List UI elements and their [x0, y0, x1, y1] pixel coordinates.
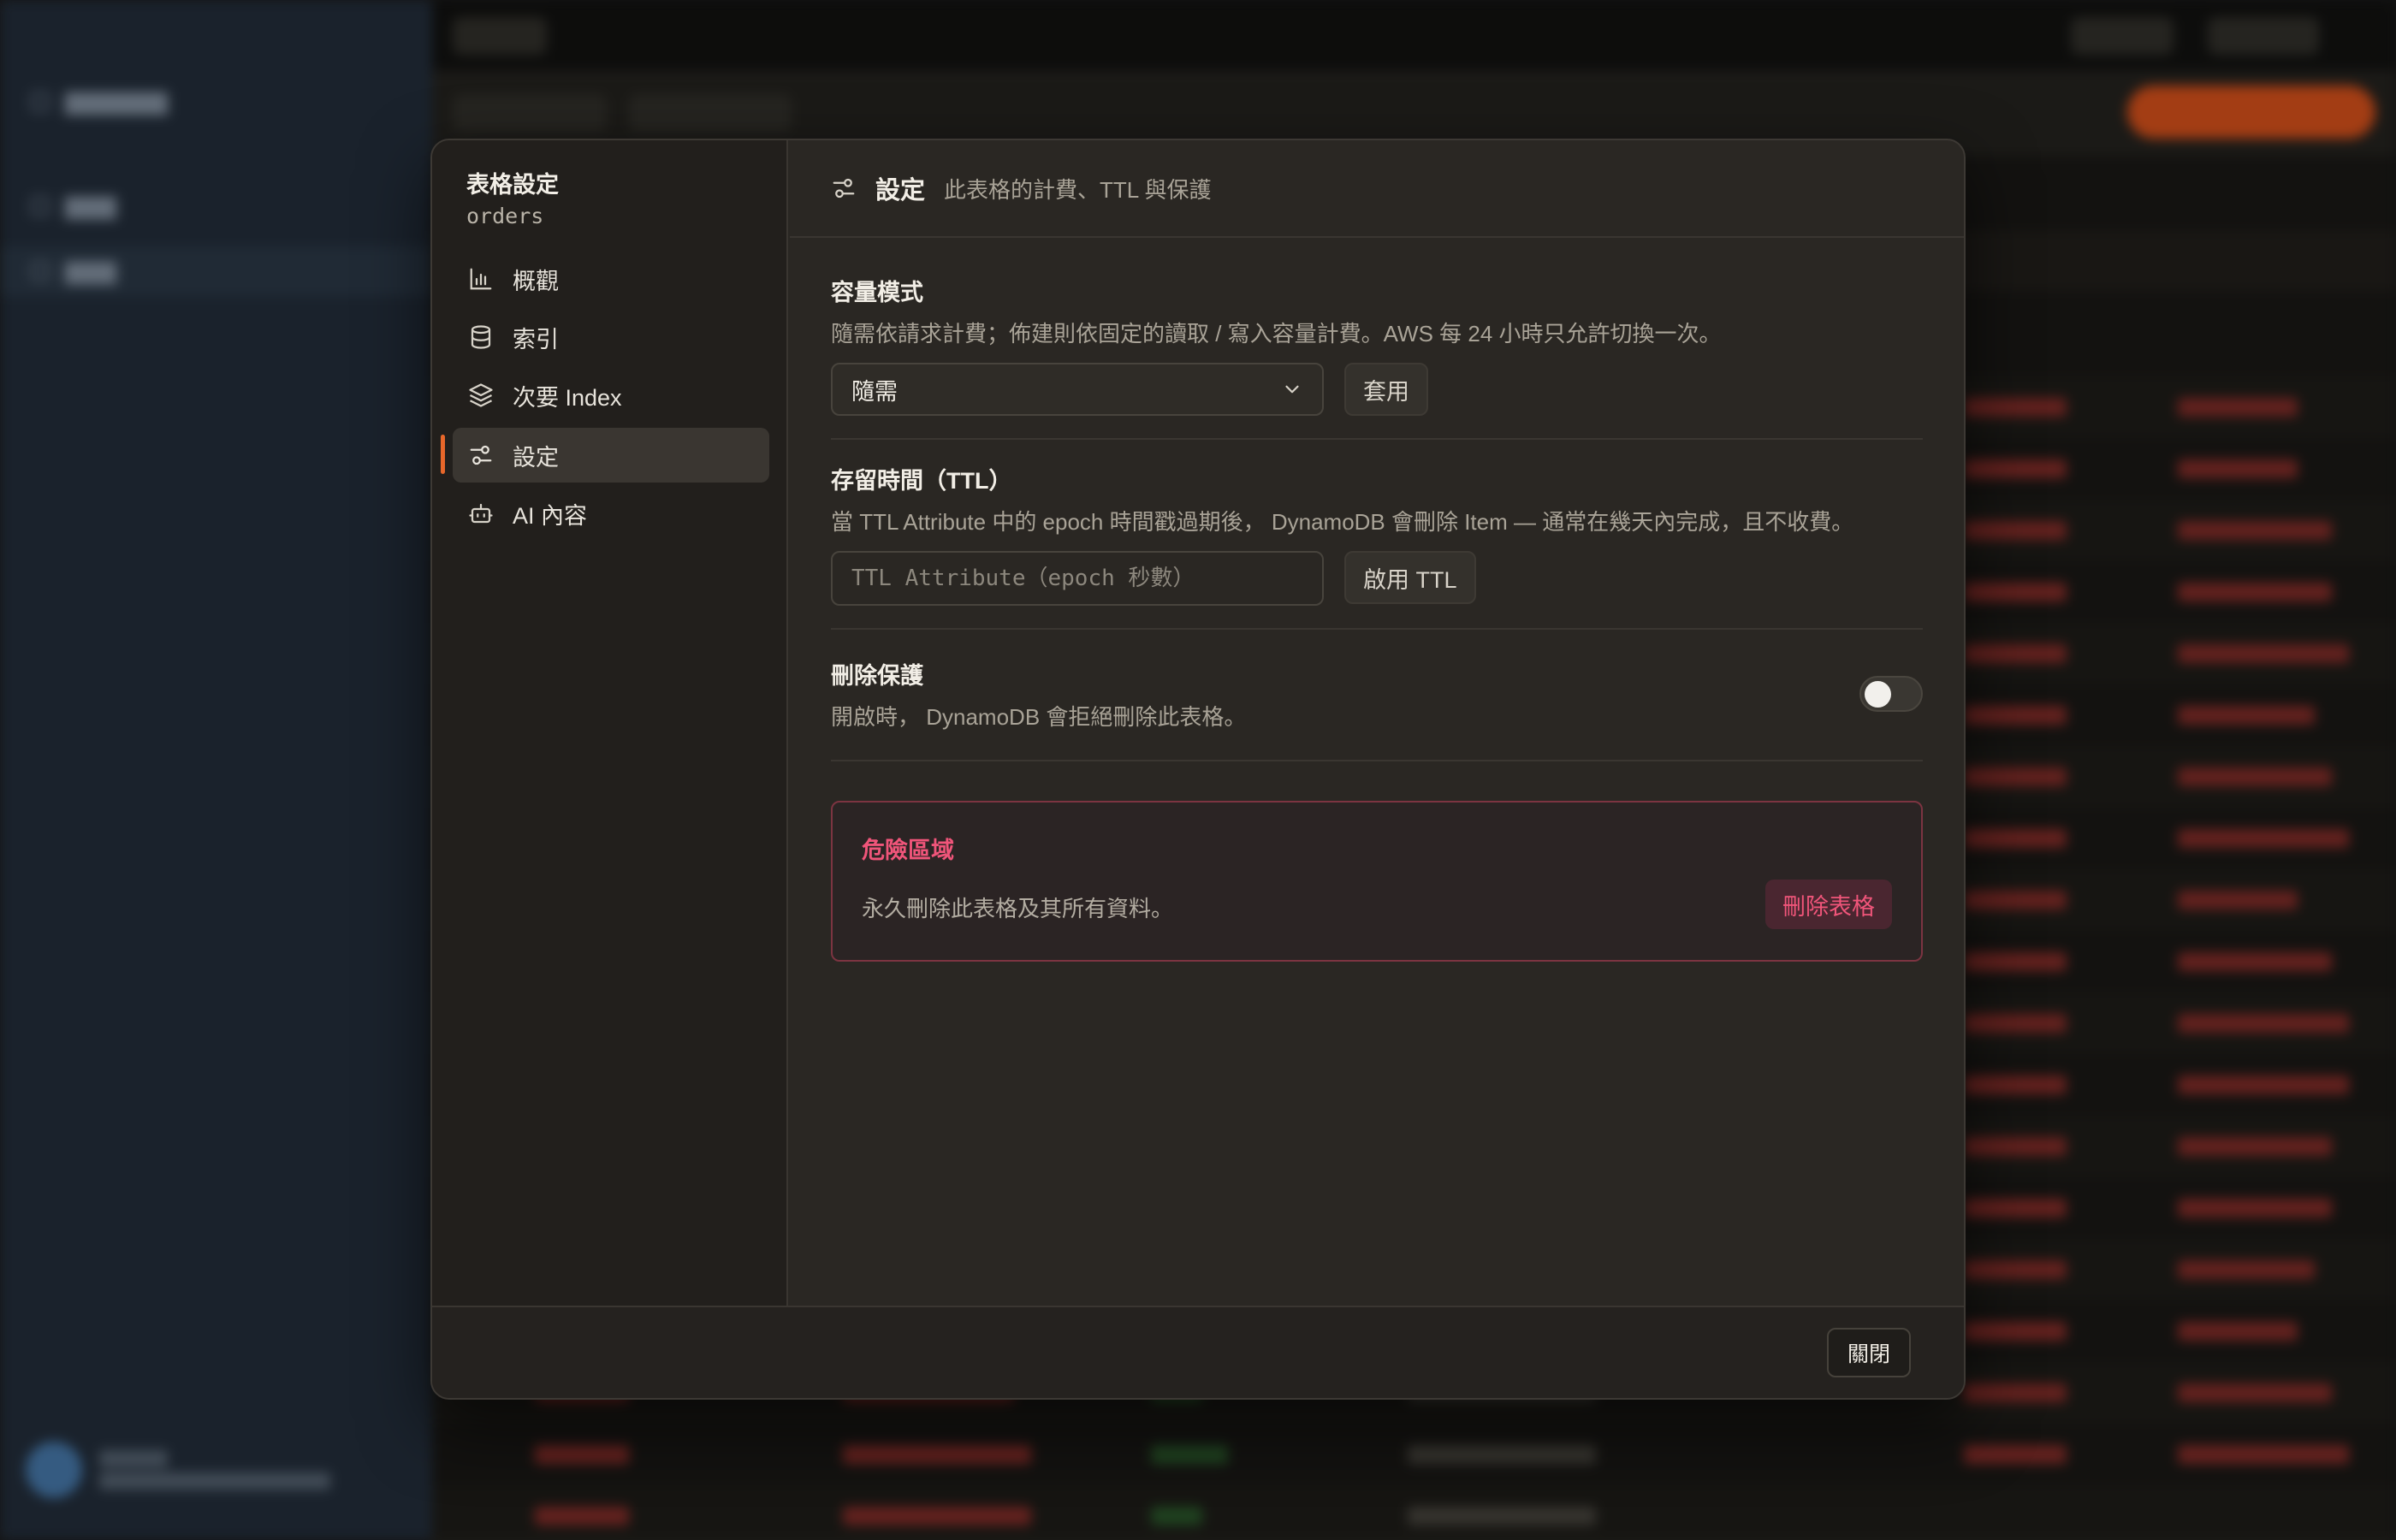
capacity-mode-value: 隨需: [851, 378, 898, 405]
danger-zone-title: 危險區域: [862, 838, 954, 863]
nav-item-label: AI 內容: [513, 502, 588, 529]
database-icon: [471, 325, 491, 349]
nav-item-overview[interactable]: 概觀: [453, 252, 769, 306]
ttl-attribute-input[interactable]: [831, 551, 1324, 606]
nav-item-indexes[interactable]: 索引: [453, 310, 769, 364]
modal-content: 設定 此表格的計費、TTL 與保護 容量模式 隨需依請求計費；佈建則依固定的讀取…: [790, 140, 1964, 1309]
nav-item-ai-content[interactable]: AI 內容: [453, 486, 769, 541]
nav-item-secondary-index[interactable]: 次要 Index: [453, 368, 769, 423]
bot-icon: [469, 503, 493, 524]
apply-capacity-button[interactable]: 套用: [1344, 363, 1428, 416]
modal-sidebar: 表格設定 orders 概觀 索引 次要 Index 設定 AI 內容: [432, 140, 788, 1309]
active-nav-marker: [441, 435, 445, 474]
nav-item-label: 索引: [513, 326, 559, 352]
deletion-protection-title: 刪除保護: [831, 663, 923, 689]
chevron-down-icon: [1285, 385, 1299, 394]
content-header: 設定 此表格的計費、TTL 與保護: [790, 140, 1964, 238]
table-name: orders: [466, 204, 544, 228]
danger-zone: 危險區域 永久刪除此表格及其所有資料。 刪除表格: [831, 801, 1923, 962]
enable-ttl-button[interactable]: 啟用 TTL: [1344, 551, 1476, 604]
nav-item-settings[interactable]: 設定: [453, 428, 769, 483]
close-button[interactable]: 關閉: [1826, 1328, 1911, 1377]
section-divider: [831, 760, 1923, 761]
deletion-protection-toggle[interactable]: [1859, 676, 1923, 712]
capacity-mode-select[interactable]: 隨需: [831, 363, 1324, 416]
sliders-icon: [833, 178, 855, 198]
bar-chart-icon: [470, 268, 492, 290]
capacity-mode-description: 隨需依請求計費；佈建則依固定的讀取 / 寫入容量計費。AWS 每 24 小時只允…: [831, 321, 1722, 346]
section-divider: [831, 438, 1923, 440]
nav-item-label: 次要 Index: [513, 384, 622, 411]
table-settings-modal: 表格設定 orders 概觀 索引 次要 Index 設定 AI 內容 設定 此…: [430, 139, 1966, 1400]
ttl-description: 當 TTL Attribute 中的 epoch 時間戳過期後， DynamoD…: [831, 509, 1854, 535]
capacity-mode-title: 容量模式: [831, 280, 923, 305]
content-description: 此表格的計費、TTL 與保護: [944, 176, 1212, 203]
toggle-knob: [1865, 681, 1891, 708]
deletion-protection-description: 開啟時， DynamoDB 會拒絕刪除此表格。: [831, 704, 1247, 730]
nav-item-label: 概觀: [513, 268, 559, 294]
section-divider: [831, 628, 1923, 630]
content-title: 設定: [875, 177, 926, 204]
delete-table-button[interactable]: 刪除表格: [1765, 880, 1892, 929]
nav-item-label: 設定: [513, 444, 559, 471]
modal-footer: 關閉: [432, 1306, 1964, 1398]
modal-title: 表格設定: [466, 172, 559, 198]
danger-zone-description: 永久刪除此表格及其所有資料。: [862, 896, 1174, 921]
layers-icon: [469, 383, 493, 407]
ttl-title: 存留時間（TTL）: [831, 468, 1012, 494]
sliders-icon: [470, 445, 492, 465]
